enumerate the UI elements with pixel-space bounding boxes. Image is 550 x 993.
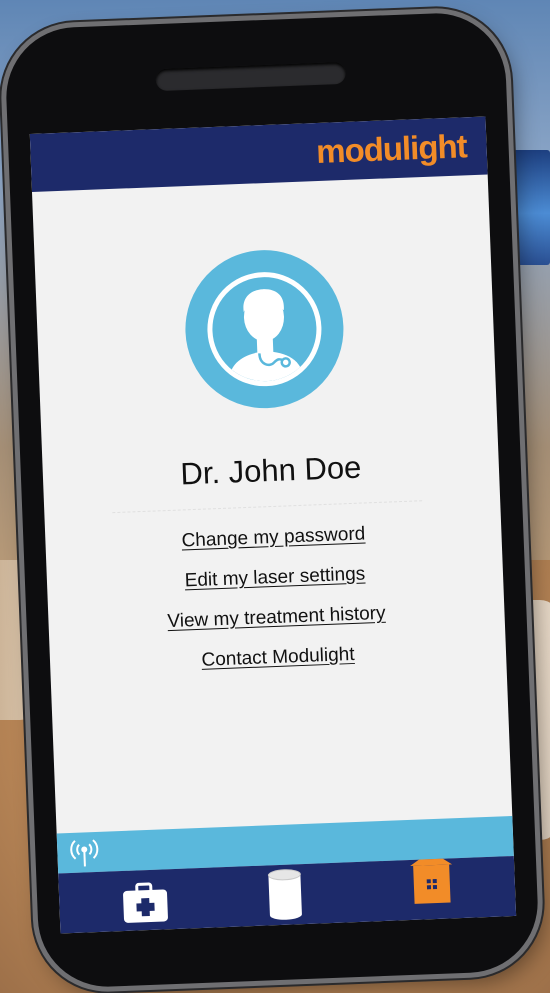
nav-home-button[interactable]: [386, 851, 478, 920]
app-screen: modulight Dr. John Doe Change my passwor…: [29, 116, 517, 934]
brand-logo: modulight: [315, 127, 468, 171]
nav-medkit-button[interactable]: [98, 868, 190, 931]
phone-speaker: [155, 61, 347, 92]
signal-broadcast-icon: [69, 836, 100, 869]
nav-cylinder-button[interactable]: [238, 863, 330, 926]
app-header: modulight: [29, 116, 488, 192]
profile-name: Dr. John Doe: [179, 449, 362, 492]
divider: [112, 500, 423, 514]
doctor-avatar-icon: [205, 270, 324, 389]
phone-body: modulight Dr. John Doe Change my passwor…: [3, 10, 541, 990]
phone-mockup: modulight Dr. John Doe Change my passwor…: [3, 10, 541, 990]
profile-menu: Change my password Edit my laser setting…: [45, 518, 507, 695]
profile-avatar: [182, 247, 347, 412]
home-icon: [410, 851, 453, 904]
cylinder-icon: [267, 869, 302, 920]
medkit-icon: [123, 882, 168, 923]
